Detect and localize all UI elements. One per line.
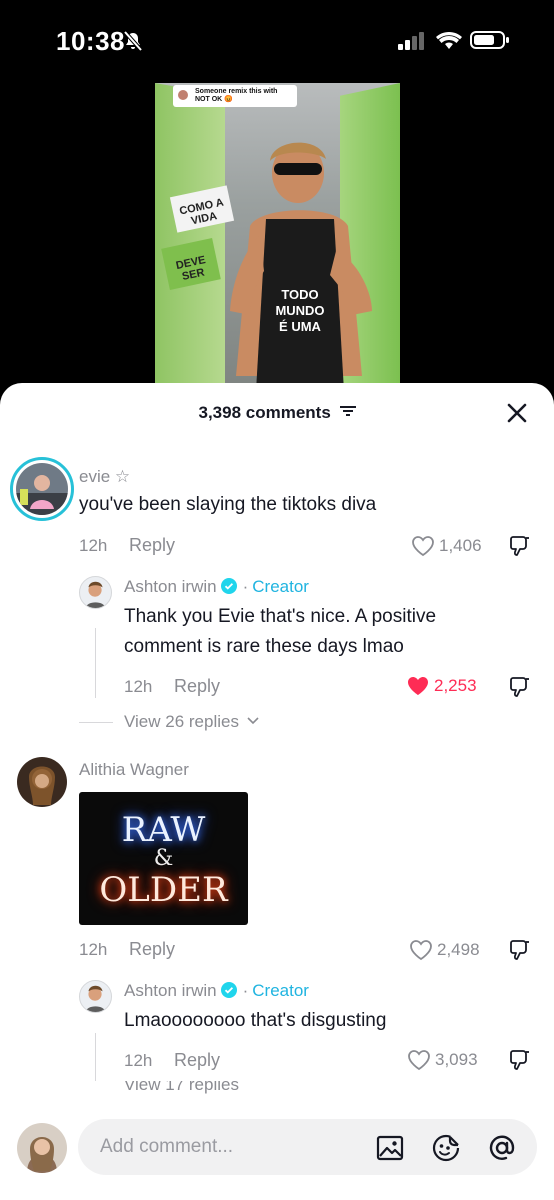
- comment-composer: [0, 1099, 554, 1200]
- reply-text-line1: Thank you Evie that's nice. A positive: [124, 606, 437, 627]
- reply-button[interactable]: Reply: [129, 939, 175, 960]
- comment-author-alithia[interactable]: Alithia Wagner: [79, 760, 189, 780]
- filter-icon[interactable]: [339, 405, 356, 417]
- video-caption-text: Someone remix this with NOT OK 😡: [195, 88, 278, 103]
- dislike-icon[interactable]: [509, 938, 531, 962]
- reply-text: Lmaoooooooo that's disgusting: [124, 1010, 387, 1031]
- video-shirt-text: TODO: [281, 287, 318, 302]
- bell-muted-icon: [123, 30, 143, 52]
- my-avatar[interactable]: [17, 1123, 67, 1173]
- reply-author[interactable]: Ashton irwin · Creator: [124, 577, 309, 597]
- comment-author-evie[interactable]: evie ☆: [79, 467, 130, 487]
- dislike-icon[interactable]: [509, 534, 531, 558]
- creator-badge: Creator: [252, 577, 309, 596]
- reply-text-line2: comment is rare these days lmao: [124, 636, 404, 657]
- separator-dot: ·: [242, 577, 249, 596]
- reply-button[interactable]: Reply: [129, 535, 175, 556]
- like-button[interactable]: 3,093: [407, 1048, 478, 1072]
- video-caption: Someone remix this with NOT OK 😡: [173, 85, 297, 107]
- video-preview[interactable]: COMO A VIDA DEVE SER TODO MUNDO É UMA So…: [155, 83, 400, 388]
- view-replies-partial[interactable]: View 17 replies: [124, 1081, 239, 1095]
- image-text-amp: &: [153, 846, 174, 871]
- like-count: 2,253: [434, 676, 477, 695]
- thread-line: [95, 628, 96, 698]
- like-count: 3,093: [435, 1050, 478, 1069]
- like-count: 1,406: [439, 536, 482, 555]
- reply-author[interactable]: Ashton irwin · Creator: [124, 981, 309, 1001]
- verified-badge-icon: [220, 578, 237, 594]
- reply-button[interactable]: Reply: [174, 1050, 220, 1071]
- reply-button[interactable]: Reply: [174, 676, 220, 697]
- comments-sheet: 3,398 comments evie ☆ you've been slayin…: [0, 383, 554, 1200]
- comment-time: 12h: [79, 940, 108, 959]
- battery-icon: [470, 31, 509, 49]
- verified-badge-icon: [220, 982, 237, 998]
- comment-input[interactable]: [100, 1133, 360, 1161]
- heart-outline-icon: [412, 536, 434, 557]
- view-replies-button[interactable]: View 26 replies: [124, 712, 259, 732]
- comment-time: 12h: [79, 536, 108, 555]
- avatar-ashton[interactable]: [79, 980, 112, 1013]
- view-replies-label: View 26 replies: [124, 712, 239, 731]
- like-button[interactable]: 2,253: [406, 674, 477, 698]
- avatar-alithia[interactable]: [17, 757, 67, 807]
- cellular-signal-icon: [398, 32, 424, 50]
- reply-author-name: Ashton irwin: [124, 981, 217, 1000]
- sticker-emoji-icon[interactable]: [431, 1133, 461, 1163]
- heart-outline-icon: [410, 940, 432, 961]
- separator-dot: ·: [242, 981, 249, 1000]
- comment-text: you've been slaying the tiktoks diva: [79, 494, 377, 515]
- svg-text:MUNDO: MUNDO: [275, 303, 324, 318]
- dislike-icon[interactable]: [509, 1048, 531, 1072]
- video-person: TODO MUNDO É UMA: [230, 142, 372, 388]
- reply-time: 12h: [124, 677, 153, 696]
- like-button[interactable]: 1,406: [411, 534, 482, 558]
- avatar-evie[interactable]: [10, 457, 74, 521]
- heart-outline-icon: [408, 1050, 430, 1071]
- comments-count-title[interactable]: 3,398 comments: [0, 403, 554, 423]
- comment-image[interactable]: RAW & OLDER: [79, 792, 248, 925]
- avatar-ashton[interactable]: [79, 576, 112, 609]
- comments-count: 3,398 comments: [198, 403, 331, 422]
- image-text-raw: RAW: [121, 810, 206, 850]
- status-bar: 10:38: [0, 0, 554, 80]
- like-button[interactable]: 2,498: [409, 938, 480, 962]
- comment-input-box[interactable]: [78, 1119, 537, 1175]
- image-text-older: OLDER: [99, 870, 228, 910]
- thread-line: [95, 1033, 96, 1081]
- status-time: 10:38: [56, 26, 125, 56]
- chevron-down-icon: [247, 717, 259, 725]
- mention-icon[interactable]: [487, 1133, 517, 1163]
- reply-author-name: Ashton irwin: [124, 577, 217, 596]
- creator-badge: Creator: [252, 981, 309, 1000]
- close-icon[interactable]: [505, 401, 529, 425]
- svg-text:É UMA: É UMA: [279, 319, 322, 334]
- view-replies-line: [79, 722, 113, 723]
- reply-time: 12h: [124, 1051, 153, 1070]
- like-count: 2,498: [437, 940, 480, 959]
- heart-filled-icon: [408, 677, 428, 695]
- wifi-icon: [436, 32, 462, 49]
- sheet-header: 3,398 comments: [0, 383, 554, 443]
- image-icon[interactable]: [375, 1133, 405, 1163]
- dislike-icon[interactable]: [509, 675, 531, 699]
- caption-avatar: [178, 90, 188, 100]
